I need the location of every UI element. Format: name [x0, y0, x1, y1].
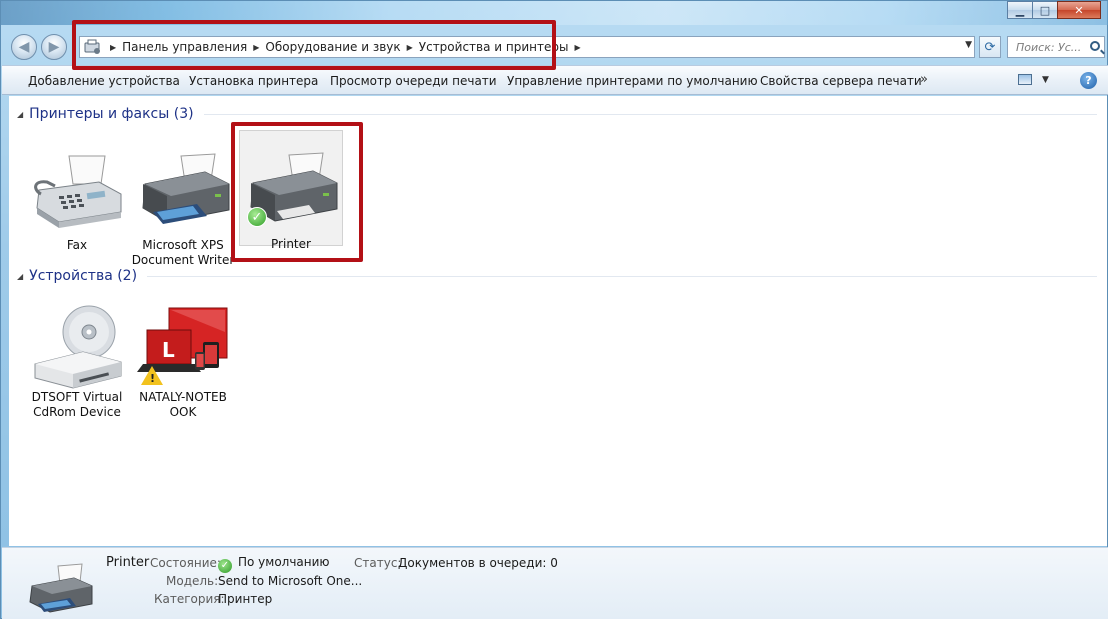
maximize-button[interactable]: □ — [1032, 1, 1058, 19]
group-divider — [203, 113, 1097, 115]
view-print-queue-button[interactable]: Просмотр очереди печати — [330, 74, 497, 88]
device-tile-fax[interactable]: Fax — [25, 150, 129, 253]
navigation-bar: ◀ ▶ ▶ Панель управления ▶ Оборудование и… — [1, 29, 1108, 63]
command-bar: Добавление устройства Установка принтера… — [2, 65, 1108, 95]
device-label: Document Writer — [131, 253, 235, 267]
warning-icon-mark: ! — [150, 372, 156, 385]
details-status-value: Документов в очереди: 0 — [398, 556, 558, 570]
group-title: Принтеры и факсы (3) — [29, 106, 194, 122]
title-bar — [1, 1, 1108, 25]
breadcrumb-arrow-icon[interactable]: ▶ — [110, 43, 116, 52]
device-label: DTSOFT Virtual — [31, 390, 123, 404]
group-title: Устройства (2) — [29, 268, 138, 284]
breadcrumb-control-panel[interactable]: Панель управления — [122, 40, 247, 54]
details-model-label: Модель: — [166, 574, 219, 588]
group-divider — [147, 275, 1097, 277]
breadcrumb-arrow-icon[interactable]: ▶ — [407, 43, 413, 52]
svg-text:L: L — [162, 338, 175, 362]
device-tile-xps-writer[interactable]: Microsoft XPS Document Writer — [131, 150, 235, 268]
device-label: Printer — [271, 237, 311, 251]
device-label: CdRom Device — [33, 405, 121, 419]
device-label: OOK — [169, 405, 197, 419]
device-tile-nataly-notebook[interactable]: L ! NATALY-NOTEB OOK — [131, 302, 235, 420]
close-button[interactable]: ✕ — [1057, 1, 1101, 19]
view-icon[interactable] — [1018, 74, 1032, 85]
help-icon[interactable]: ? — [1080, 72, 1097, 89]
add-device-button[interactable]: Добавление устройства — [28, 74, 180, 88]
caption-buttons: ▁ □ ✕ — [1007, 1, 1101, 19]
device-label: Fax — [66, 238, 88, 252]
details-pane: Printer Состояние: ✓ По умолчанию Статус:… — [2, 547, 1108, 619]
laptop-icon: L ! — [135, 302, 231, 390]
details-status-label: Статус: — [354, 556, 402, 570]
refresh-button[interactable]: ⟳ — [979, 36, 1001, 58]
fax-icon — [29, 150, 125, 238]
forward-button[interactable]: ▶ — [41, 34, 67, 60]
details-state-label: Состояние: — [150, 556, 221, 570]
group-header-devices[interactable]: ◢ Устройства (2) — [17, 268, 1097, 284]
manage-default-printers-button[interactable]: Управление принтерами по умолчанию — [507, 74, 758, 88]
details-category-value: Принтер — [218, 592, 273, 606]
breadcrumb-devices-printers[interactable]: Устройства и принтеры — [419, 40, 569, 54]
group-header-printers[interactable]: ◢ Принтеры и факсы (3) — [17, 106, 1097, 122]
content-pane: ◢ Принтеры и факсы (3) Fax Microsoft XPS… — [9, 96, 1107, 546]
check-icon: ✓ — [218, 559, 232, 573]
breadcrumb-arrow-icon[interactable]: ▶ — [574, 43, 580, 52]
printer-icon: ✓ — [243, 149, 339, 237]
search-icon[interactable] — [1090, 41, 1100, 51]
address-history-dropdown-icon[interactable]: ▼ — [965, 40, 972, 50]
address-bar[interactable]: ▶ Панель управления ▶ Оборудование и зву… — [79, 36, 975, 58]
view-dropdown-icon[interactable]: ▼ — [1042, 75, 1049, 85]
device-tile-printer[interactable]: ✓ Printer — [239, 130, 343, 251]
collapse-triangle-icon[interactable]: ◢ — [17, 272, 23, 281]
breadcrumb-arrow-icon[interactable]: ▶ — [253, 43, 259, 52]
breadcrumb-hardware-sound[interactable]: Оборудование и звук — [265, 40, 400, 54]
device-label: NATALY-NOTEB — [139, 390, 227, 404]
search-placeholder: Поиск: Ус... — [1016, 40, 1082, 54]
collapse-triangle-icon[interactable]: ◢ — [17, 110, 23, 119]
details-model-value: Send to Microsoft One... — [218, 574, 363, 588]
check-icon: ✓ — [247, 207, 267, 227]
printer-icon — [26, 562, 94, 618]
details-device-name: Printer — [106, 555, 150, 570]
control-panel-icon — [84, 39, 102, 55]
more-commands-button[interactable]: » — [920, 72, 928, 87]
details-category-label: Категория: — [154, 592, 225, 606]
print-server-properties-button[interactable]: Свойства сервера печати — [760, 74, 922, 88]
install-printer-button[interactable]: Установка принтера — [189, 74, 318, 88]
explorer-window: ▁ □ ✕ ◀ ▶ ▶ Панель управления ▶ Оборудов… — [0, 0, 1108, 619]
details-state-value: ✓ По умолчанию — [218, 555, 330, 573]
printer-icon — [135, 150, 231, 238]
minimize-button[interactable]: ▁ — [1007, 1, 1033, 19]
device-tile-dtsoft-cdrom[interactable]: DTSOFT Virtual CdRom Device — [25, 302, 129, 420]
back-button[interactable]: ◀ — [11, 34, 37, 60]
cdrom-drive-icon — [29, 302, 125, 390]
device-label: Microsoft XPS — [142, 238, 224, 252]
search-input[interactable]: Поиск: Ус... — [1007, 36, 1105, 58]
